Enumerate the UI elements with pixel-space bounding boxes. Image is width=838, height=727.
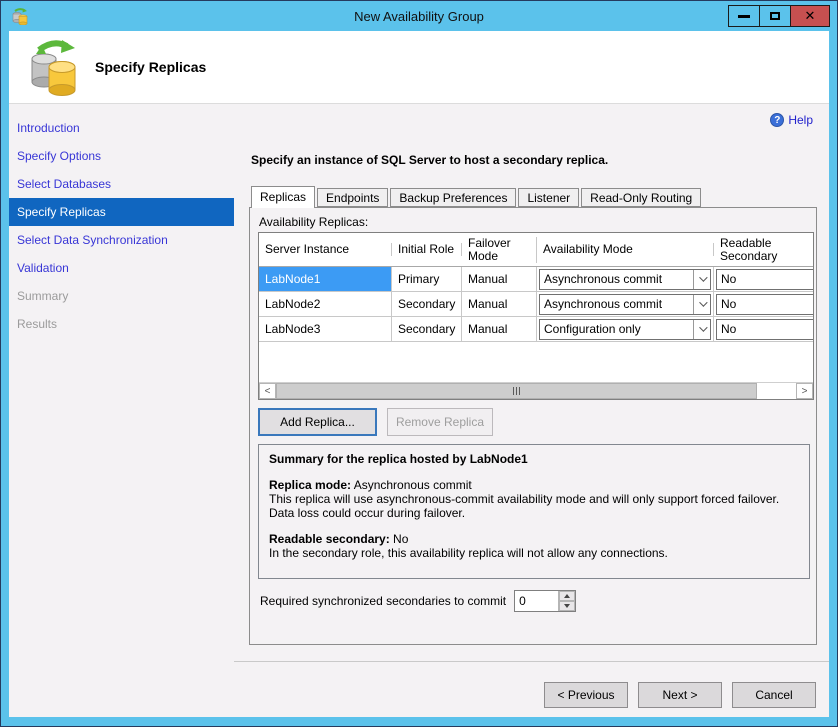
sidebar-item-summary: Summary bbox=[9, 282, 234, 310]
cell-initial-role[interactable]: Secondary bbox=[392, 292, 462, 316]
sidebar-item-introduction[interactable]: Introduction bbox=[9, 114, 234, 142]
up-arrow-icon bbox=[564, 594, 570, 598]
cell-initial-role[interactable]: Primary bbox=[392, 267, 462, 291]
wizard-header: Specify Replicas bbox=[9, 31, 829, 104]
availability-replicas-label: Availability Replicas: bbox=[259, 215, 368, 229]
replica-mode-label: Replica mode: bbox=[269, 478, 351, 492]
instruction-text: Specify an instance of SQL Server to hos… bbox=[251, 153, 608, 167]
cancel-button[interactable]: Cancel bbox=[732, 682, 816, 708]
replica-summary-box: Summary for the replica hosted by LabNod… bbox=[258, 444, 810, 579]
readable-secondary-dropdown[interactable]: No bbox=[716, 294, 814, 315]
chevron-down-icon[interactable] bbox=[693, 320, 710, 339]
window-content: Specify Replicas Introduction Specify Op… bbox=[9, 31, 829, 717]
cell-failover-mode[interactable]: Manual bbox=[462, 292, 537, 316]
page-title: Specify Replicas bbox=[95, 59, 206, 75]
sidebar-item-specify-replicas[interactable]: Specify Replicas bbox=[9, 198, 234, 226]
new-availability-group-window: New Availability Group ✕ Specify bbox=[0, 0, 838, 727]
horizontal-scrollbar[interactable]: < > bbox=[259, 382, 813, 399]
column-header-availability-mode[interactable]: Availability Mode bbox=[537, 243, 714, 256]
required-secondaries-input[interactable]: 0 bbox=[515, 591, 558, 611]
maximize-button[interactable] bbox=[759, 5, 791, 27]
spinner-down-button[interactable] bbox=[559, 601, 575, 611]
remove-replica-button: Remove Replica bbox=[387, 408, 493, 436]
minimize-button[interactable] bbox=[728, 5, 760, 27]
cell-server-instance[interactable]: LabNode2 bbox=[259, 292, 392, 316]
availability-mode-dropdown[interactable]: Configuration only bbox=[539, 319, 711, 340]
column-header-server-instance[interactable]: Server Instance bbox=[259, 243, 392, 256]
replicas-tab-page: Availability Replicas: Server Instance I… bbox=[249, 207, 817, 645]
main-pane: ? Help Specify an instance of SQL Server… bbox=[234, 104, 829, 717]
window-title: New Availability Group bbox=[1, 9, 837, 24]
close-button[interactable]: ✕ bbox=[790, 5, 830, 27]
tab-replicas[interactable]: Replicas bbox=[251, 186, 315, 208]
column-header-readable-secondary[interactable]: Readable Secondary bbox=[714, 237, 814, 263]
app-icon bbox=[11, 7, 29, 25]
wizard-steps-sidebar: Introduction Specify Options Select Data… bbox=[9, 104, 234, 717]
down-arrow-icon bbox=[564, 604, 570, 608]
sidebar-item-results: Results bbox=[9, 310, 234, 338]
maximize-icon bbox=[770, 12, 780, 20]
readable-secondary-value: No bbox=[390, 532, 409, 546]
tab-backup-preferences[interactable]: Backup Preferences bbox=[390, 188, 516, 207]
next-button[interactable]: Next > bbox=[638, 682, 722, 708]
column-header-initial-role[interactable]: Initial Role bbox=[392, 243, 462, 256]
sidebar-item-select-databases[interactable]: Select Databases bbox=[9, 170, 234, 198]
scrollbar-thumb[interactable] bbox=[276, 383, 757, 399]
replica-mode-description: This replica will use asynchronous-commi… bbox=[269, 492, 799, 520]
availability-mode-dropdown[interactable]: Asynchronous commit bbox=[539, 269, 711, 290]
column-header-failover-mode[interactable]: Failover Mode bbox=[462, 237, 537, 263]
table-row: LabNode3 Secondary Manual Configuration … bbox=[259, 317, 814, 342]
required-secondaries-label: Required synchronized secondaries to com… bbox=[260, 594, 506, 608]
replica-mode-value: Asynchronous commit bbox=[351, 478, 472, 492]
help-label: Help bbox=[788, 113, 813, 127]
scrollbar-track[interactable] bbox=[757, 383, 796, 399]
cell-server-instance[interactable]: LabNode3 bbox=[259, 317, 392, 341]
tab-read-only-routing[interactable]: Read-Only Routing bbox=[581, 188, 701, 207]
footer-divider bbox=[234, 661, 829, 662]
chevron-down-icon[interactable] bbox=[693, 295, 710, 314]
close-icon: ✕ bbox=[805, 8, 816, 24]
previous-button[interactable]: < Previous bbox=[544, 682, 628, 708]
scroll-right-arrow-icon[interactable]: > bbox=[796, 383, 813, 399]
availability-replicas-grid: Server Instance Initial Role Failover Mo… bbox=[258, 232, 814, 400]
readable-secondary-description: In the secondary role, this availability… bbox=[269, 546, 799, 560]
tab-listener[interactable]: Listener bbox=[518, 188, 579, 207]
readable-secondary-dropdown[interactable]: No bbox=[716, 269, 814, 290]
spinner-up-button[interactable] bbox=[559, 591, 575, 601]
chevron-down-icon[interactable] bbox=[693, 270, 710, 289]
database-sync-icon bbox=[29, 38, 79, 96]
titlebar[interactable]: New Availability Group ✕ bbox=[1, 1, 837, 31]
table-row: LabNode2 Secondary Manual Asynchronous c… bbox=[259, 292, 814, 317]
cell-failover-mode[interactable]: Manual bbox=[462, 317, 537, 341]
summary-title: Summary for the replica hosted by LabNod… bbox=[269, 452, 799, 466]
sidebar-item-select-data-synchronization[interactable]: Select Data Synchronization bbox=[9, 226, 234, 254]
help-icon: ? bbox=[770, 113, 784, 127]
scroll-left-arrow-icon[interactable]: < bbox=[259, 383, 276, 399]
required-secondaries-spinner[interactable]: 0 bbox=[514, 590, 576, 612]
availability-mode-dropdown[interactable]: Asynchronous commit bbox=[539, 294, 711, 315]
sidebar-item-specify-options[interactable]: Specify Options bbox=[9, 142, 234, 170]
readable-secondary-label: Readable secondary: bbox=[269, 532, 390, 546]
cell-initial-role[interactable]: Secondary bbox=[392, 317, 462, 341]
grid-header-row: Server Instance Initial Role Failover Mo… bbox=[259, 233, 814, 267]
cell-failover-mode[interactable]: Manual bbox=[462, 267, 537, 291]
table-row: LabNode1 Primary Manual Asynchronous com… bbox=[259, 267, 814, 292]
cell-server-instance[interactable]: LabNode1 bbox=[259, 267, 392, 291]
minimize-icon bbox=[738, 15, 750, 18]
add-replica-button[interactable]: Add Replica... bbox=[258, 408, 377, 436]
tabstrip: Replicas Endpoints Backup Preferences Li… bbox=[251, 186, 703, 207]
tab-endpoints[interactable]: Endpoints bbox=[317, 188, 388, 207]
help-link[interactable]: ? Help bbox=[770, 113, 813, 127]
readable-secondary-dropdown[interactable]: No bbox=[716, 319, 814, 340]
sidebar-item-validation[interactable]: Validation bbox=[9, 254, 234, 282]
